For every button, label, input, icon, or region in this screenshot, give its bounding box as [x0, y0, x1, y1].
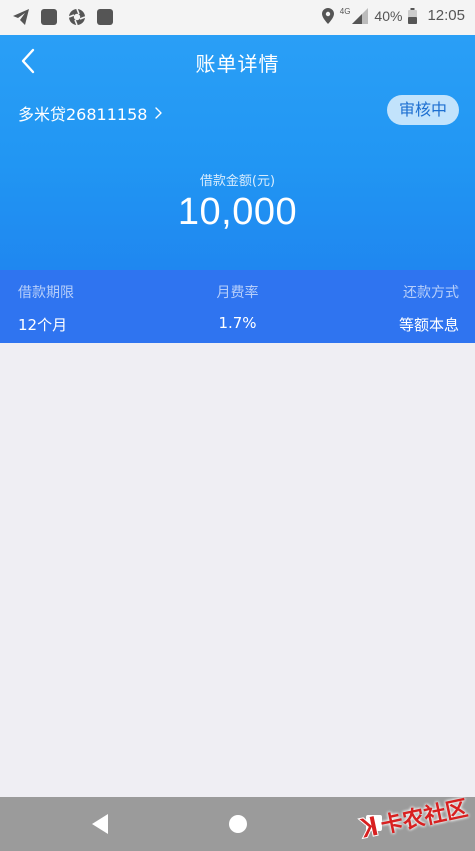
- bill-header: 账单详情 多米贷26811158 审核中 借款金额(元) 10,000: [0, 35, 475, 270]
- system-icons: 4G 40% 12:05: [321, 7, 465, 24]
- status-bar: 4G 40% 12:05: [0, 0, 475, 35]
- account-label: 多米贷26811158: [18, 105, 148, 124]
- repayment-method-value: 等额本息: [398, 316, 459, 334]
- network-type: 4G: [339, 7, 351, 16]
- page-title: 账单详情: [195, 52, 280, 76]
- battery-percent: 40%: [374, 7, 403, 24]
- location-icon: [321, 7, 334, 24]
- battery-icon: [408, 7, 418, 24]
- chevron-right-icon: [155, 107, 163, 119]
- account-link[interactable]: 多米贷26811158: [18, 101, 163, 125]
- watermark-logo-icon: [357, 814, 379, 840]
- notification-icons: [12, 8, 114, 26]
- telegram-icon: [13, 9, 29, 25]
- nav-back-button[interactable]: [90, 813, 110, 835]
- amount-value: 10,000: [177, 191, 298, 233]
- loan-info-row: 借款期限 12个月 月费率 1.7% 还款方式 等额本息: [0, 270, 475, 343]
- app-square-icon: [41, 9, 57, 25]
- clock: 12:05: [427, 7, 465, 24]
- repayment-method: 还款方式 等额本息: [399, 282, 459, 335]
- repayment-method-label: 还款方式: [403, 285, 459, 301]
- app-square-icon-2: [97, 9, 113, 25]
- aperture-icon: [68, 8, 86, 26]
- amount-label: 借款金额(元): [199, 174, 276, 189]
- signal-icon: [352, 7, 369, 24]
- status-badge: 审核中: [386, 95, 459, 125]
- nav-home-button[interactable]: [229, 815, 247, 833]
